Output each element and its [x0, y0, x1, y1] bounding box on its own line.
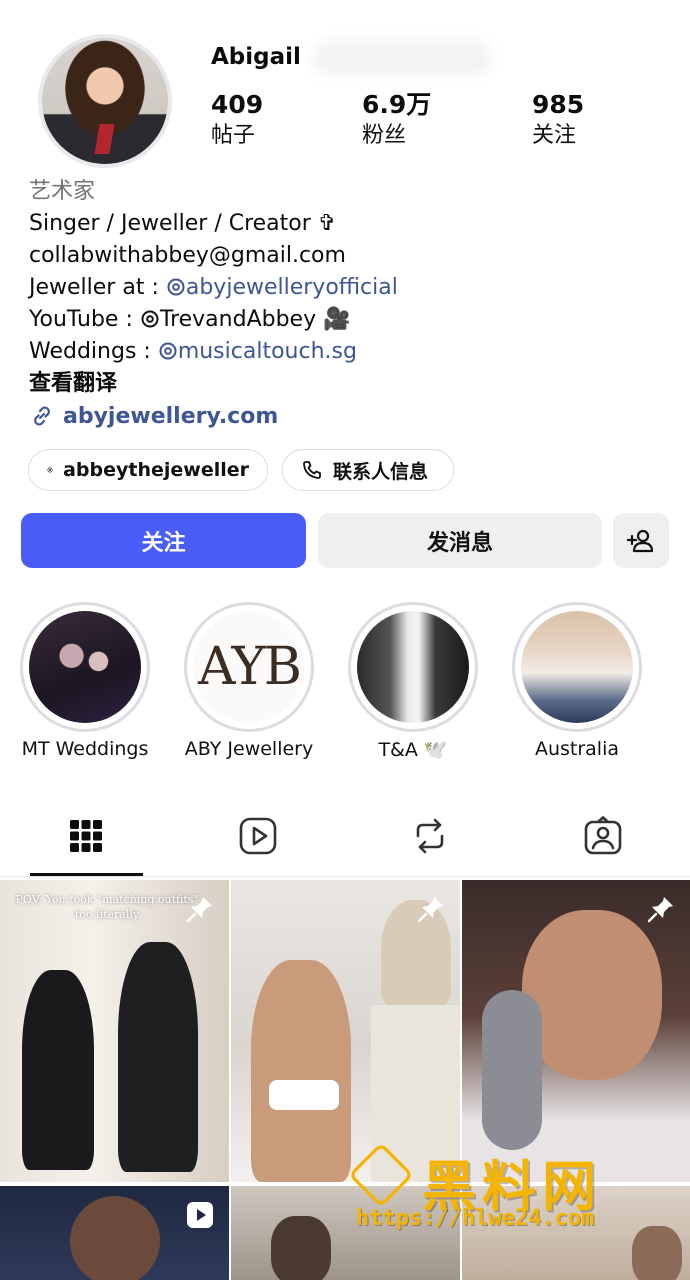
- watermark-logo: [348, 1142, 414, 1208]
- highlight-label: MT Weddings: [21, 738, 149, 760]
- reels-icon: [239, 817, 277, 855]
- highlight-label: ABY Jewellery: [184, 738, 314, 760]
- threads-icon: [47, 467, 53, 473]
- post-figure: [22, 970, 94, 1170]
- profile-tabs: [0, 800, 690, 878]
- highlight-australia[interactable]: Australia: [512, 602, 642, 760]
- threads-icon: [167, 278, 185, 296]
- message-button[interactable]: 发消息: [318, 513, 602, 568]
- post-figure: [251, 960, 351, 1182]
- website-text: abyjewellery.com: [63, 403, 279, 429]
- bio-line-5-prefix: Weddings :: [29, 339, 158, 364]
- reposts-icon: [416, 818, 444, 854]
- threads-handle: abbeythejeweller: [63, 459, 249, 481]
- following-stat[interactable]: 985 关注: [532, 90, 584, 152]
- tab-posts-grid[interactable]: [56, 812, 116, 860]
- username: Abigail: [211, 44, 301, 70]
- tab-reposts[interactable]: [400, 812, 460, 860]
- bio-line-4: YouTube : TrevandAbbey 🎥: [29, 304, 669, 336]
- posts-count: 409: [211, 90, 264, 119]
- bio-line-2: collabwithabbey@gmail.com: [29, 243, 346, 268]
- posts-stat[interactable]: 409 帖子: [211, 90, 263, 152]
- post-thumbnail[interactable]: [0, 1186, 229, 1280]
- followers-count: 6.9万: [362, 90, 432, 119]
- following-count: 985: [532, 90, 585, 119]
- post-figure: [70, 1196, 160, 1280]
- bio-line-3: Jeweller at : abyjewelleryofficial: [29, 272, 669, 304]
- post-figure: [482, 990, 542, 1150]
- highlight-label: T&A 🕊️: [378, 739, 448, 761]
- threads-pill[interactable]: abbeythejeweller: [28, 449, 268, 491]
- post-thumbnail[interactable]: [462, 880, 690, 1182]
- bio-line-5: Weddings : musicaltouch.sg: [29, 336, 669, 368]
- bio-line-1: Singer / Jeweller / Creator ✞: [29, 211, 337, 236]
- add-person-icon: [626, 529, 654, 552]
- suggested-users-button[interactable]: [613, 513, 669, 568]
- highlight-ring: [512, 602, 642, 732]
- highlight-aby-jewellery[interactable]: AYB ABY Jewellery: [184, 602, 314, 760]
- avatar-image: [42, 38, 168, 164]
- bio: 艺术家 Singer / Jeweller / Creator ✞ collab…: [29, 176, 669, 400]
- highlight-t-and-a[interactable]: T&A 🕊️: [348, 602, 478, 761]
- highlight-label: Australia: [534, 738, 620, 760]
- youtube-handle: TrevandAbbey 🎥: [140, 307, 351, 332]
- post-figure: [269, 1080, 339, 1110]
- post-caption: POV: You took "matching outfits" too lit…: [15, 893, 199, 921]
- post-thumbnail[interactable]: [231, 880, 460, 1182]
- highlight-cover: [357, 611, 469, 723]
- pin-icon: [417, 897, 443, 923]
- bio-line-3-prefix: Jeweller at :: [29, 275, 166, 300]
- watermark: 黑料网 https://hlwe24.com: [348, 1142, 652, 1242]
- tab-tagged[interactable]: [573, 812, 633, 860]
- highlight-ring: [348, 602, 478, 732]
- blurred-name: [312, 40, 492, 76]
- contact-pill[interactable]: 联系人信息: [282, 449, 454, 491]
- highlight-mt-weddings[interactable]: MT Weddings: [20, 602, 150, 760]
- threads-icon: [159, 342, 177, 360]
- link-icon: [34, 406, 50, 426]
- post-thumbnail[interactable]: POV: You took "matching outfits" too lit…: [0, 880, 229, 1182]
- threads-icon: [141, 310, 159, 328]
- highlight-ring: [20, 602, 150, 732]
- highlight-cover: [29, 611, 141, 723]
- pin-icon: [186, 897, 212, 923]
- tagged-icon: [584, 816, 622, 855]
- reel-icon: [187, 1202, 213, 1228]
- phone-icon: [303, 461, 321, 479]
- highlight-ring: AYB: [184, 602, 314, 732]
- weddings-link[interactable]: musicaltouch.sg: [158, 339, 357, 364]
- profile-category: 艺术家: [29, 179, 96, 204]
- follow-button[interactable]: 关注: [21, 513, 306, 568]
- highlight-cover: [521, 611, 633, 723]
- profile-avatar[interactable]: [38, 34, 172, 168]
- followers-label: 粉丝: [362, 123, 407, 148]
- tab-reels[interactable]: [228, 812, 288, 860]
- tab-divider: [0, 876, 690, 877]
- youtube-handle-text: TrevandAbbey 🎥: [159, 307, 351, 332]
- pin-icon: [647, 897, 673, 923]
- following-label: 关注: [532, 123, 577, 148]
- grid-icon: [70, 820, 102, 852]
- jeweller-link-text: abyjewelleryofficial: [185, 275, 398, 300]
- contact-label: 联系人信息: [333, 460, 429, 483]
- followers-stat[interactable]: 6.9万 粉丝: [362, 90, 431, 152]
- watermark-url: https://hlwe24.com: [356, 1206, 595, 1231]
- aby-logo: AYB: [193, 611, 305, 723]
- website-link[interactable]: abyjewellery.com: [29, 403, 278, 429]
- bio-line-4-prefix: YouTube :: [29, 307, 140, 332]
- post-figure: [522, 910, 662, 1080]
- posts-label: 帖子: [211, 123, 256, 148]
- jeweller-link[interactable]: abyjewelleryofficial: [166, 275, 398, 300]
- translate-link[interactable]: 查看翻译: [29, 368, 669, 400]
- post-figure: [271, 1216, 331, 1280]
- weddings-link-text: musicaltouch.sg: [177, 339, 357, 364]
- post-figure: [118, 942, 198, 1172]
